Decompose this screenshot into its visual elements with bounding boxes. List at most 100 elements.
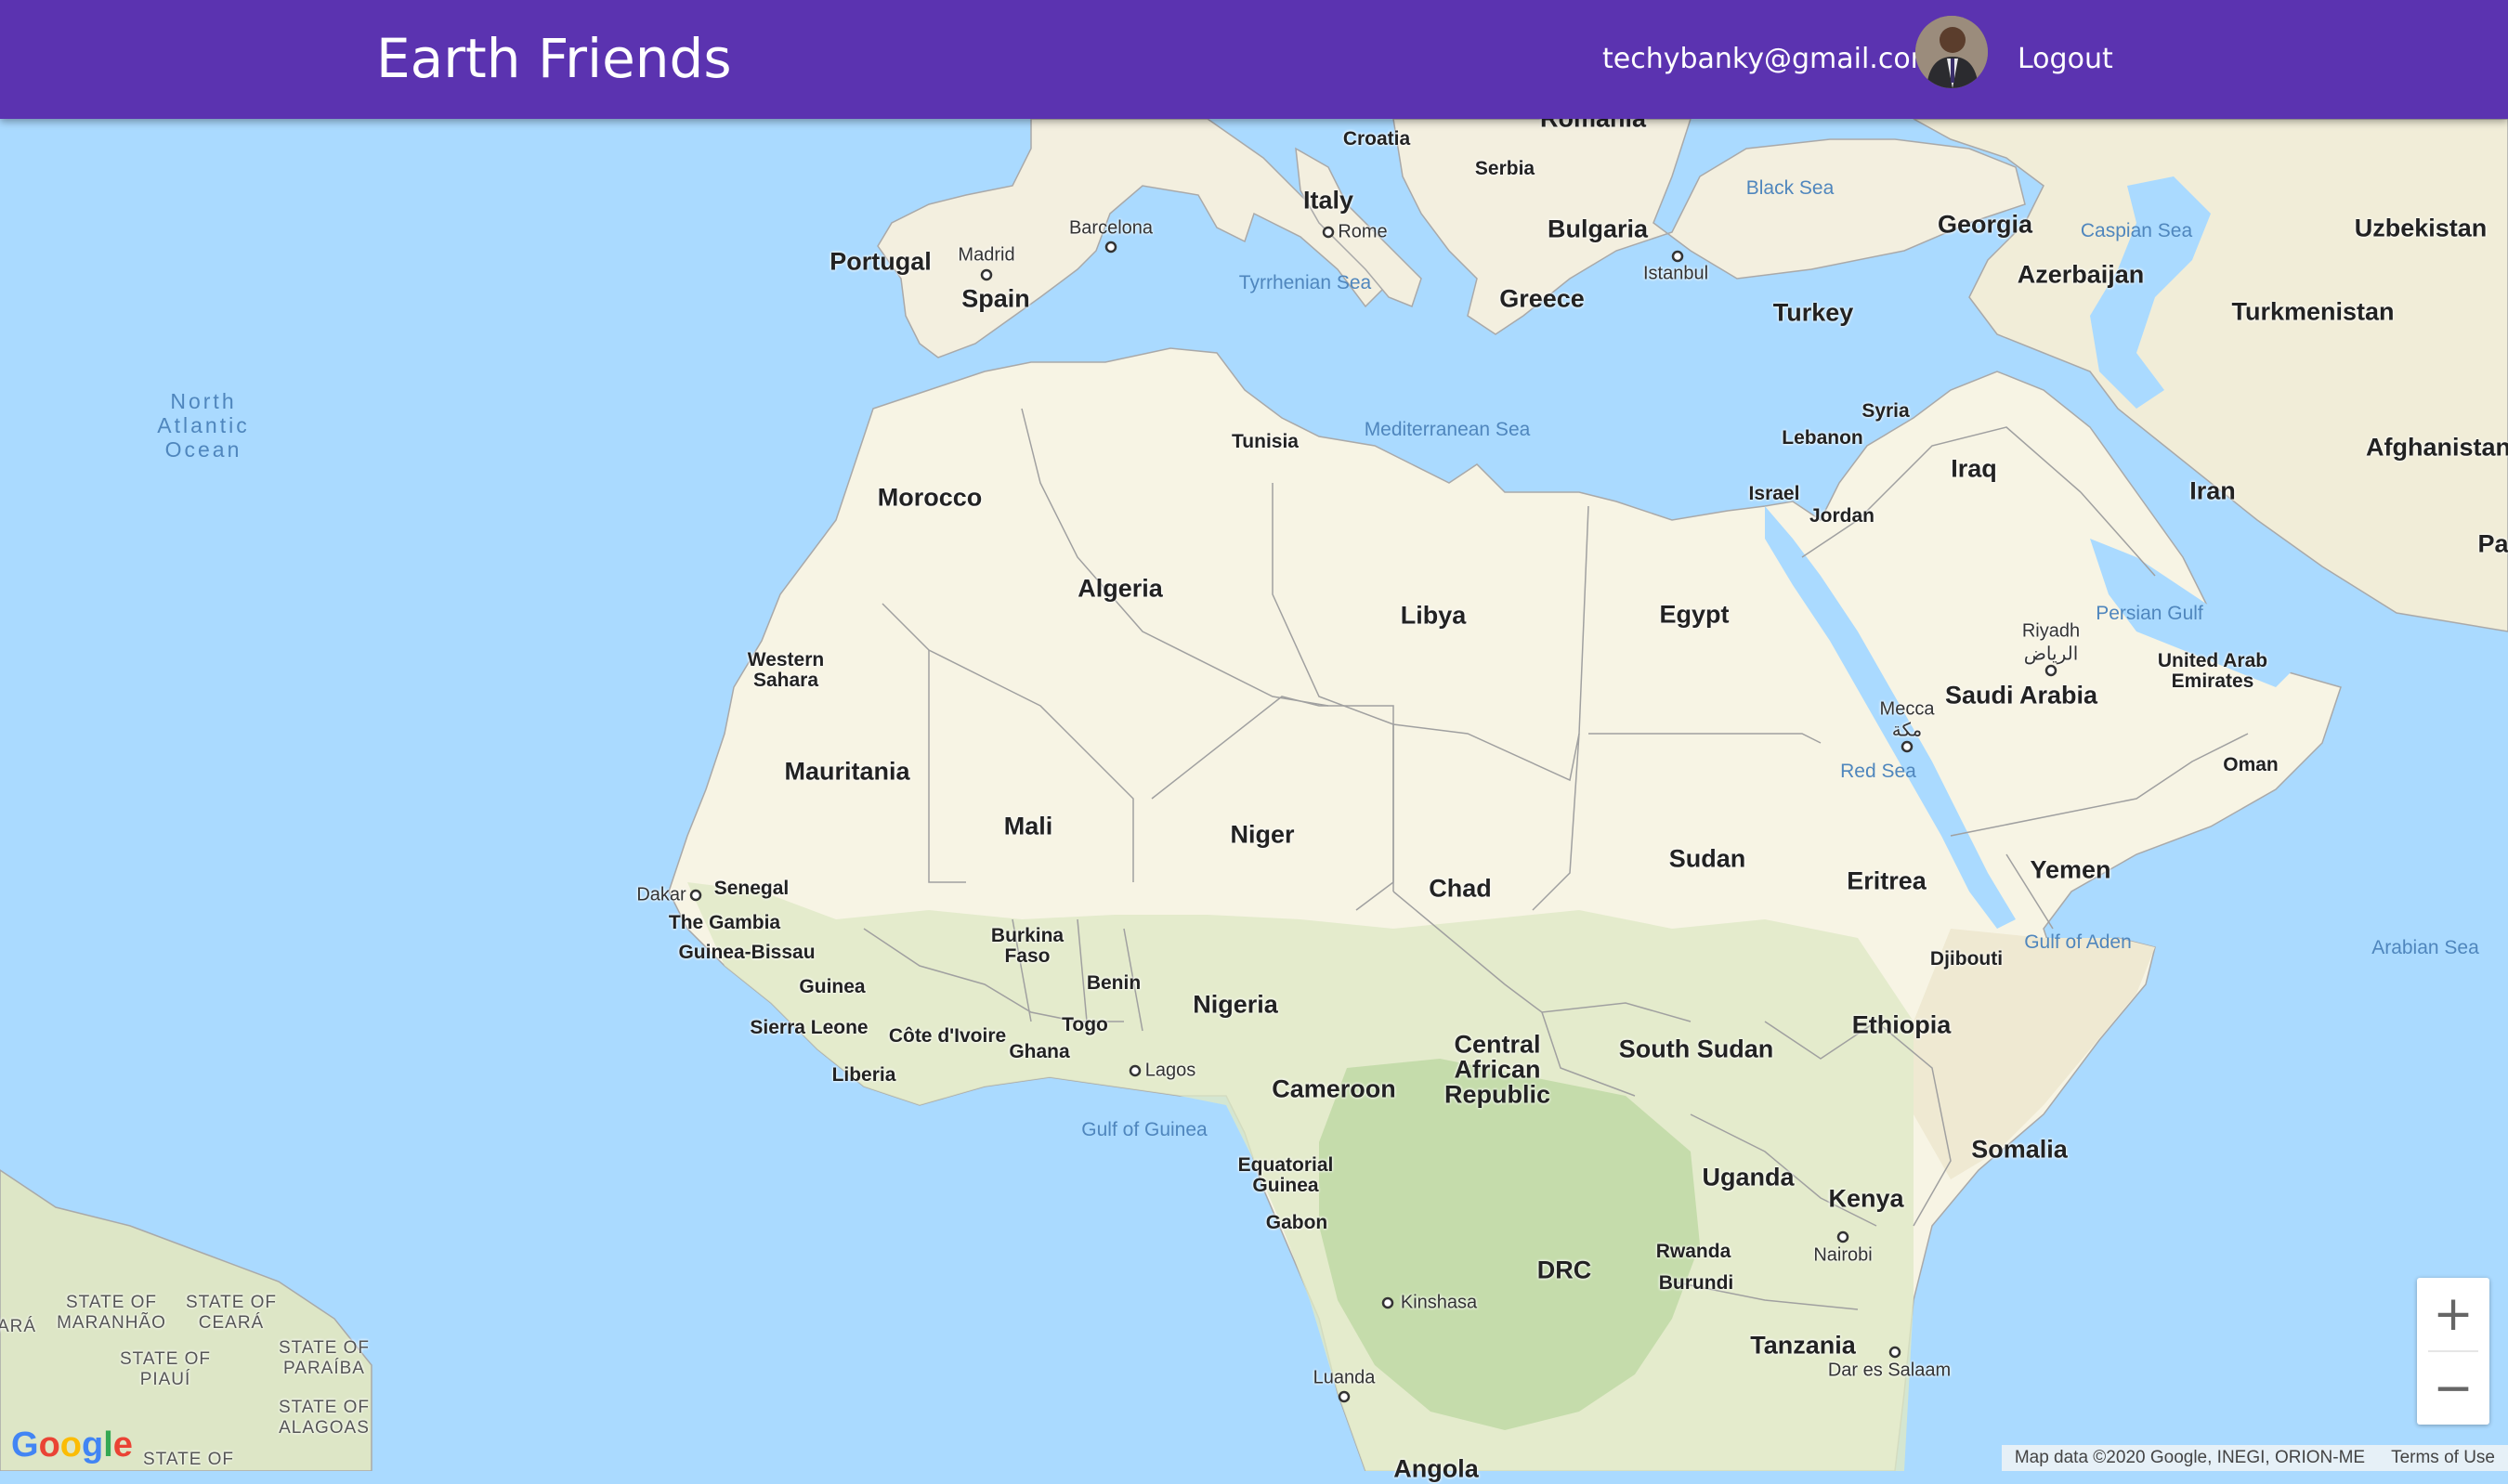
label-persian-gulf: Persian Gulf: [2096, 603, 2203, 624]
label-oman: Oman: [2223, 754, 2279, 775]
label-israel: Israel: [1748, 483, 1800, 504]
label-ethiopia: Ethiopia: [1851, 1010, 1952, 1039]
label-gulf-of-aden: Gulf of Aden: [2024, 931, 2132, 953]
zoom-in-button[interactable]: +: [2417, 1278, 2489, 1350]
label-angola: Angola: [1393, 1454, 1479, 1483]
label-state-paraiba: STATE OF PARAÍBA: [278, 1338, 371, 1378]
map-attribution: Map data ©2020 Google, INEGI, ORION-ME T…: [2001, 1445, 2508, 1471]
label-egypt: Egypt: [1659, 600, 1730, 629]
label-kinshasa: Kinshasa: [1400, 1292, 1478, 1313]
label-equatorial-guinea: Equatorial Guinea: [1237, 1154, 1334, 1196]
label-liberia: Liberia: [831, 1064, 896, 1086]
logout-button[interactable]: Logout: [2018, 41, 2113, 78]
label-togo: Togo: [1062, 1014, 1108, 1035]
label-istanbul: Istanbul: [1642, 263, 1709, 284]
zoom-out-button[interactable]: −: [2417, 1352, 2489, 1425]
zoom-controls: + −: [2417, 1278, 2489, 1425]
brand-title[interactable]: Earth Friends: [376, 26, 732, 91]
label-state-para-partial: ARÁ: [0, 1317, 37, 1336]
avatar[interactable]: [1915, 16, 1988, 88]
label-mali: Mali: [1003, 812, 1053, 840]
label-cote-divoire: Côte d'Ivoire: [888, 1025, 1007, 1047]
label-somalia: Somalia: [1971, 1135, 2068, 1164]
balkans-turkey: [1392, 118, 2026, 335]
label-guinea-bissau: Guinea-Bissau: [678, 942, 816, 963]
label-cameroon: Cameroon: [1272, 1074, 1396, 1103]
label-state-alagoas: STATE OF ALAGOAS: [278, 1398, 371, 1438]
label-state-partial: STATE OF: [142, 1450, 235, 1469]
map-data-credit[interactable]: Map data ©2020 Google, INEGI, ORION-ME: [2002, 1448, 2378, 1468]
label-yemen: Yemen: [2030, 855, 2111, 884]
label-gabon: Gabon: [1265, 1212, 1328, 1233]
label-burundi: Burundi: [1658, 1272, 1734, 1294]
label-state-ceara: STATE OF CEARÁ: [185, 1293, 278, 1333]
label-jordan: Jordan: [1809, 505, 1875, 527]
label-mediterranean-sea: Mediterranean Sea: [1364, 419, 1531, 440]
label-saudi-arabia: Saudi Arabia: [1944, 681, 2098, 709]
label-the-gambia: The Gambia: [668, 912, 781, 933]
label-western-sahara: Western Sahara: [747, 649, 825, 691]
label-red-sea: Red Sea: [1840, 761, 1916, 782]
label-sudan: Sudan: [1668, 844, 1746, 873]
label-nigeria: Nigeria: [1193, 990, 1278, 1019]
label-south-sudan: South Sudan: [1618, 1035, 1774, 1063]
label-dar-es-salaam: Dar es Salaam: [1827, 1360, 1952, 1381]
map-canvas[interactable]: Romania Croatia Serbia Italy Bulgaria Po…: [0, 0, 2508, 1483]
label-drc: DRC: [1536, 1256, 1592, 1284]
label-eritrea: Eritrea: [1847, 866, 1927, 895]
label-burkina-faso: Burkina Faso: [990, 925, 1065, 967]
label-sierra-leone: Sierra Leone: [750, 1017, 869, 1038]
label-morocco: Morocco: [877, 483, 983, 512]
label-azerbaijan: Azerbaijan: [2017, 260, 2145, 289]
label-algeria: Algeria: [1078, 574, 1163, 603]
label-pa: Pa: [2477, 529, 2508, 558]
user-avatar-icon: [1915, 16, 1988, 88]
user-email: techybanky@gmail.com: [1602, 43, 1938, 75]
label-serbia: Serbia: [1474, 158, 1535, 179]
label-tyrrhenian-sea: Tyrrhenian Sea: [1238, 272, 1372, 293]
label-italy: Italy: [1302, 186, 1354, 215]
label-turkey: Turkey: [1772, 298, 1854, 327]
label-greece: Greece: [1499, 284, 1585, 313]
label-tunisia: Tunisia: [1232, 431, 1299, 452]
label-mecca-arabic: مكة: [1891, 720, 1923, 741]
label-nairobi: Nairobi: [1813, 1244, 1873, 1266]
label-rwanda: Rwanda: [1655, 1241, 1731, 1262]
label-kenya: Kenya: [1828, 1184, 1904, 1213]
label-afghanistan: Afghanistan: [2365, 433, 2508, 462]
label-uzbekistan: Uzbekistan: [2354, 214, 2488, 242]
label-niger: Niger: [1230, 820, 1295, 849]
label-syria: Syria: [1861, 400, 1910, 422]
label-portugal: Portugal: [829, 247, 932, 276]
label-state-piaui: STATE OF PIAUÍ: [119, 1349, 212, 1389]
app-header: Earth Friends techybanky@gmail.com Logou…: [0, 0, 2508, 119]
label-riyadh: Riyadh: [2021, 620, 2081, 642]
terms-of-use-link[interactable]: Terms of Use: [2378, 1448, 2508, 1468]
label-state-maranhao: STATE OF MARANHÃO: [57, 1293, 166, 1333]
google-logo[interactable]: Google: [11, 1425, 133, 1465]
label-riyadh-arabic: الرياض: [2023, 644, 2079, 665]
label-car: Central African Republic: [1443, 1030, 1550, 1109]
label-chad: Chad: [1429, 874, 1492, 903]
label-lagos: Lagos: [1144, 1060, 1196, 1081]
label-bulgaria: Bulgaria: [1547, 215, 1649, 243]
label-mauritania: Mauritania: [784, 757, 910, 786]
label-uganda: Uganda: [1702, 1163, 1795, 1191]
label-georgia: Georgia: [1937, 210, 2033, 239]
label-senegal: Senegal: [713, 878, 790, 899]
label-gulf-of-guinea: Gulf of Guinea: [1081, 1119, 1208, 1140]
label-rome: Rome: [1338, 221, 1388, 242]
label-iraq: Iraq: [1951, 454, 1997, 483]
label-djibouti: Djibouti: [1929, 948, 2004, 970]
label-arabian-sea: Arabian Sea: [2371, 937, 2479, 958]
label-uae: United Arab Emirates: [2157, 650, 2268, 692]
label-spain: Spain: [961, 284, 1030, 313]
label-caspian-sea: Caspian Sea: [2080, 220, 2193, 241]
label-benin: Benin: [1086, 972, 1142, 994]
label-libya: Libya: [1400, 601, 1467, 630]
label-lebanon: Lebanon: [1782, 427, 1863, 449]
label-dakar: Dakar: [636, 884, 686, 905]
label-madrid: Madrid: [958, 244, 1015, 266]
label-mecca: Mecca: [1879, 698, 1935, 720]
label-black-sea: Black Sea: [1745, 177, 1835, 199]
